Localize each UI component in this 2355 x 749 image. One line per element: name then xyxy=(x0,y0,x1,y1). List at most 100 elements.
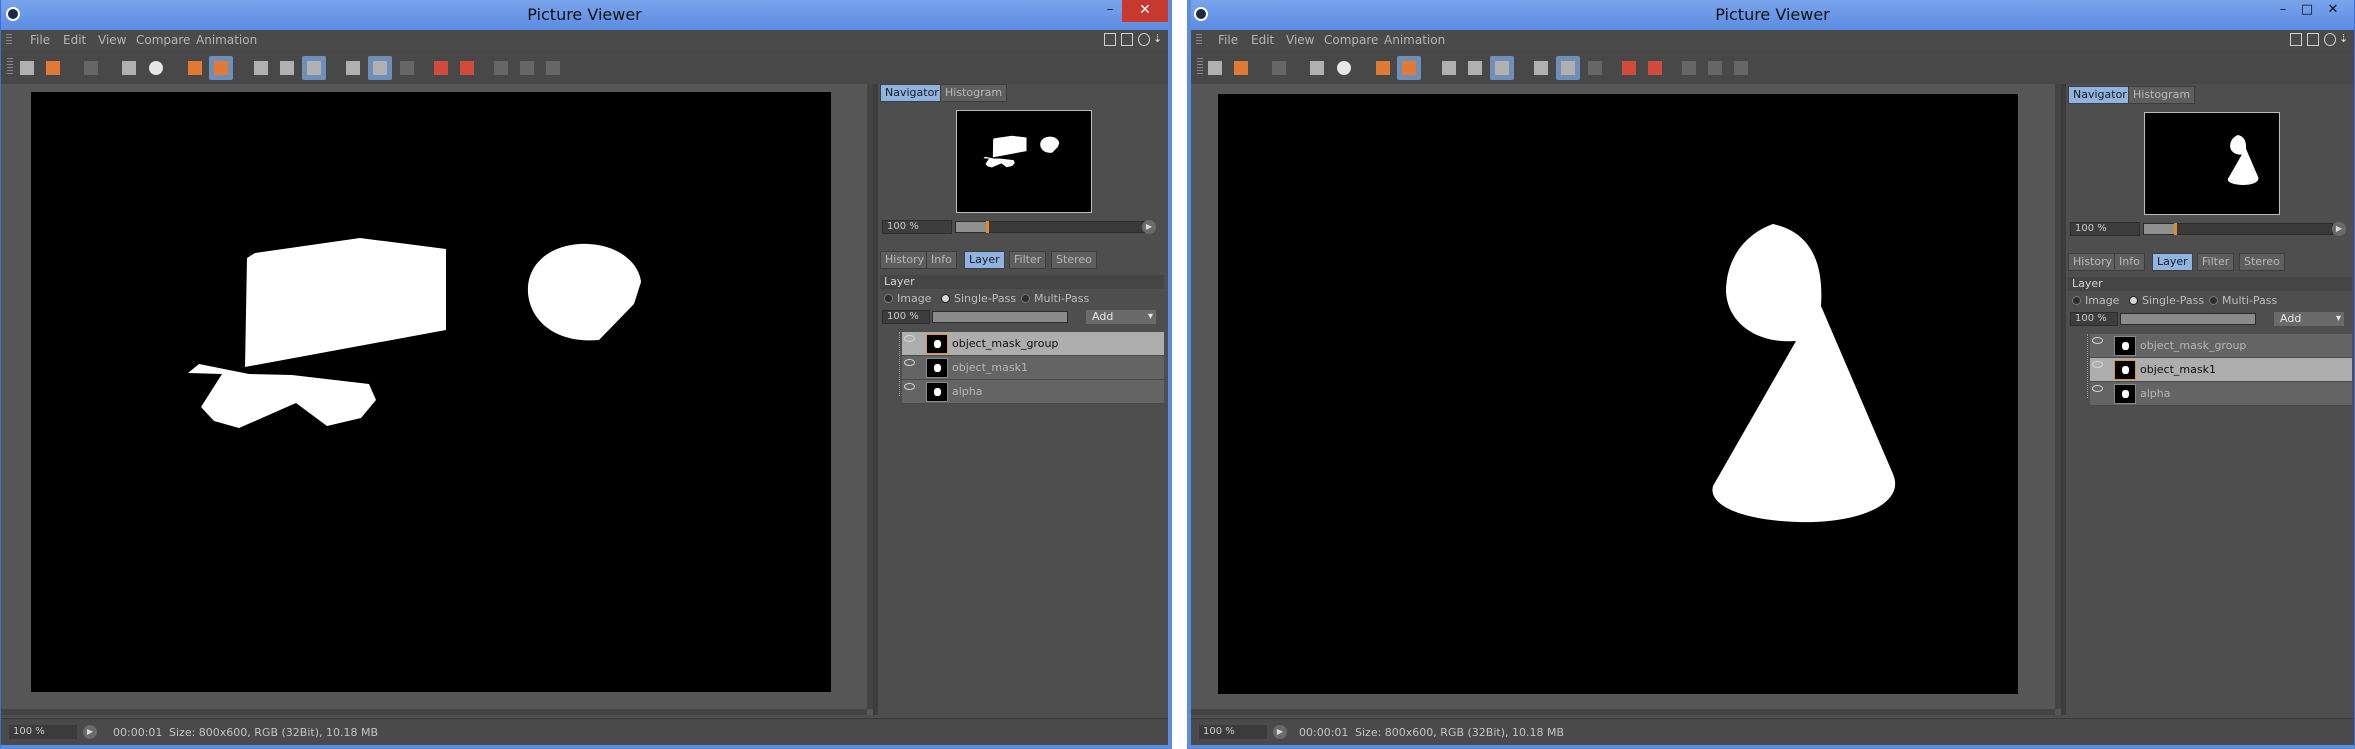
layer-row[interactable]: object_mask1 xyxy=(902,356,1164,380)
layer-row[interactable]: object_mask1 xyxy=(2090,358,2352,382)
stereo-swap-icon[interactable] xyxy=(1729,56,1753,80)
layer-row[interactable]: object_mask_group xyxy=(902,332,1164,356)
play-icon[interactable]: ▶ xyxy=(83,725,97,739)
grid-icon[interactable] xyxy=(1267,56,1291,80)
close-button[interactable]: ✕ xyxy=(2321,0,2345,22)
layer-row[interactable]: alpha xyxy=(2090,382,2352,406)
horizontal-scrollbar[interactable] xyxy=(1191,709,2055,715)
layer-opacity-field[interactable]: 100 % xyxy=(882,310,930,324)
tab-navigator[interactable]: Navigator xyxy=(880,84,944,102)
minimize-button[interactable]: – xyxy=(2271,0,2295,22)
tab-stereo[interactable]: Stereo xyxy=(1051,251,1097,269)
render-active-icon[interactable] xyxy=(1490,56,1514,80)
tab-histogram[interactable]: Histogram xyxy=(940,84,1008,102)
tab-filter[interactable]: Filter xyxy=(1009,251,1047,269)
ab-split-icon[interactable] xyxy=(1556,56,1580,80)
eye-icon[interactable] xyxy=(2092,337,2103,344)
menu-compare[interactable]: Compare xyxy=(136,33,190,47)
mode-multi-pass-radio[interactable]: Multi-Pass xyxy=(2209,294,2277,307)
image-viewport[interactable] xyxy=(1,84,873,715)
play-icon[interactable]: ▶ xyxy=(1273,725,1287,739)
menu-view[interactable]: View xyxy=(98,33,126,47)
tab-history[interactable]: History xyxy=(2068,253,2118,271)
title-bar[interactable]: Picture Viewer – ✕ xyxy=(1,0,1168,30)
set-a-icon[interactable] xyxy=(429,56,453,80)
set-a-icon[interactable] xyxy=(1617,56,1641,80)
render-icon[interactable] xyxy=(1463,56,1487,80)
sphere-icon[interactable] xyxy=(1332,56,1356,80)
mode-image-radio[interactable]: Image xyxy=(2072,294,2119,307)
eye-icon[interactable] xyxy=(2092,361,2103,368)
navigator-zoom-slider[interactable] xyxy=(955,221,1145,233)
render-active-icon[interactable] xyxy=(302,56,326,80)
render-icon[interactable] xyxy=(275,56,299,80)
save-icon[interactable] xyxy=(1229,56,1253,80)
mode-image-radio[interactable]: Image xyxy=(884,292,931,305)
maximize-button[interactable]: □ xyxy=(2295,0,2319,22)
horizontal-scrollbar[interactable] xyxy=(1,709,867,715)
ab-compare-icon[interactable] xyxy=(1529,56,1553,80)
tab-stereo[interactable]: Stereo xyxy=(2239,253,2285,271)
copy-icon[interactable] xyxy=(1371,56,1395,80)
tab-info[interactable]: Info xyxy=(926,251,957,269)
ab-split-icon[interactable] xyxy=(368,56,392,80)
mode-single-pass-radio[interactable]: Single-Pass xyxy=(2129,294,2204,307)
status-zoom-field[interactable]: 100 % xyxy=(9,725,77,739)
zoom-slider-handle[interactable] xyxy=(2174,223,2177,235)
eye-icon[interactable] xyxy=(904,383,915,390)
add-layer-dropdown[interactable]: Add xyxy=(1086,310,1156,324)
tab-info[interactable]: Info xyxy=(2114,253,2145,271)
image-viewport[interactable] xyxy=(1191,84,2061,715)
mode-multi-pass-radio[interactable]: Multi-Pass xyxy=(1021,292,1089,305)
close-button[interactable]: ✕ xyxy=(1122,0,1168,22)
layout-icon[interactable] xyxy=(2290,33,2302,46)
grid-icon[interactable] xyxy=(79,56,103,80)
render-region-icon[interactable] xyxy=(249,56,273,80)
layout-split-icon[interactable] xyxy=(2307,33,2319,46)
status-zoom-field[interactable]: 100 % xyxy=(1199,725,1267,739)
layout-split-icon[interactable] xyxy=(1121,33,1133,46)
open-icon[interactable] xyxy=(15,56,39,80)
mode-single-pass-radio[interactable]: Single-Pass xyxy=(941,292,1016,305)
layer-row[interactable]: alpha xyxy=(902,380,1164,404)
navigator-zoom-field[interactable]: 100 % xyxy=(882,220,952,234)
navigator-preview[interactable] xyxy=(2144,112,2280,215)
play-icon[interactable]: ▶ xyxy=(2332,222,2346,236)
layer-opacity-slider[interactable] xyxy=(932,311,1068,323)
stereo-icon[interactable] xyxy=(489,56,513,80)
ab-toggle-icon[interactable] xyxy=(395,56,419,80)
stereo-alt-icon[interactable] xyxy=(1703,56,1727,80)
ab-compare-icon[interactable] xyxy=(341,56,365,80)
menu-view[interactable]: View xyxy=(1286,33,1314,47)
menu-animation[interactable]: Animation xyxy=(1384,33,1445,47)
eye-icon[interactable] xyxy=(904,335,915,342)
set-b-icon[interactable] xyxy=(455,56,479,80)
save-icon[interactable] xyxy=(41,56,65,80)
title-bar[interactable]: Picture Viewer – □ ✕ xyxy=(1191,0,2354,30)
menu-edit[interactable]: Edit xyxy=(63,33,86,47)
tab-layer[interactable]: Layer xyxy=(2152,253,2193,271)
move-icon[interactable] xyxy=(1138,33,1150,46)
zoom-slider-handle[interactable] xyxy=(986,221,989,233)
ab-toggle-icon[interactable] xyxy=(1583,56,1607,80)
add-layer-dropdown[interactable]: Add xyxy=(2274,312,2344,326)
stereo-swap-icon[interactable] xyxy=(541,56,565,80)
menu-compare[interactable]: Compare xyxy=(1324,33,1378,47)
copy-alt-icon[interactable] xyxy=(1397,56,1421,80)
layer-opacity-field[interactable]: 100 % xyxy=(2070,312,2118,326)
layer-row[interactable]: object_mask_group xyxy=(2090,334,2352,358)
tab-navigator[interactable]: Navigator xyxy=(2068,86,2132,104)
layer-opacity-slider[interactable] xyxy=(2120,313,2256,325)
menu-edit[interactable]: Edit xyxy=(1251,33,1274,47)
navigator-preview[interactable] xyxy=(956,110,1092,213)
copy-alt-icon[interactable] xyxy=(209,56,233,80)
tab-layer[interactable]: Layer xyxy=(964,251,1005,269)
minimize-button[interactable]: – xyxy=(1098,0,1122,22)
menu-animation[interactable]: Animation xyxy=(196,33,257,47)
eye-icon[interactable] xyxy=(2092,385,2103,392)
layout-icon[interactable] xyxy=(1104,33,1116,46)
arrow-down-icon[interactable]: ⇣ xyxy=(2339,33,2351,46)
navigator-zoom-slider[interactable] xyxy=(2143,223,2333,235)
menu-file[interactable]: File xyxy=(30,33,50,47)
copy-icon[interactable] xyxy=(183,56,207,80)
